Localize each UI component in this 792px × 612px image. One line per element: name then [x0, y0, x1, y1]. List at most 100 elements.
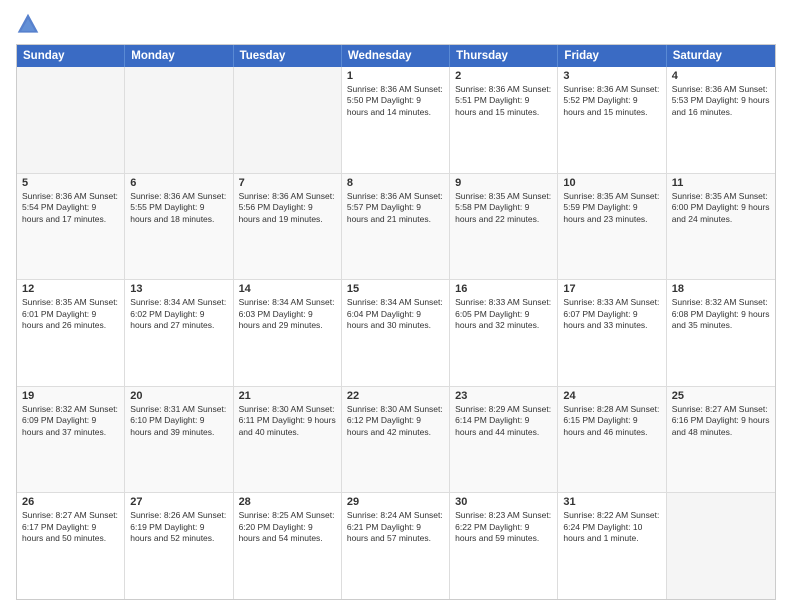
cell-info: Sunrise: 8:34 AM Sunset: 6:03 PM Dayligh…	[239, 297, 336, 331]
header	[16, 12, 776, 36]
calendar-cell: 4Sunrise: 8:36 AM Sunset: 5:53 PM Daylig…	[667, 67, 775, 173]
calendar-cell: 16 Sunrise: 8:33 AM Sunset: 6:05 PM Dayli…	[450, 280, 558, 386]
cell-info: Sunrise: 8:36 AM Sunset: 5:56 PM Dayligh…	[239, 191, 336, 225]
calendar-cell: 10Sunrise: 8:35 AM Sunset: 5:59 PM Dayli…	[558, 174, 666, 280]
calendar-cell	[17, 67, 125, 173]
calendar-cell: 1 Sunrise: 8:36 AM Sunset: 5:50 PM Daylig…	[342, 67, 450, 173]
day-number: 3	[563, 70, 660, 82]
cell-info: Sunrise: 8:35 AM Sunset: 5:59 PM Dayligh…	[563, 191, 660, 225]
day-number: 26	[22, 496, 119, 508]
day-number: 25	[672, 390, 770, 402]
day-number: 7	[239, 177, 336, 189]
calendar-week-row: 1 Sunrise: 8:36 AM Sunset: 5:50 PM Daylig…	[17, 67, 775, 174]
calendar-header-row: SundayMondayTuesdayWednesdayThursdayFrid…	[17, 45, 775, 67]
calendar-cell: 20 Sunrise: 8:31 AM Sunset: 6:10 PM Dayli…	[125, 387, 233, 493]
cell-info: Sunrise: 8:22 AM Sunset: 6:24 PM Dayligh…	[563, 510, 660, 544]
day-number: 5	[22, 177, 119, 189]
calendar-cell: 27 Sunrise: 8:26 AM Sunset: 6:19 PM Dayli…	[125, 493, 233, 599]
calendar-cell	[667, 493, 775, 599]
day-number: 27	[130, 496, 227, 508]
day-number: 6	[130, 177, 227, 189]
day-number: 21	[239, 390, 336, 402]
cell-info: Sunrise: 8:35 AM Sunset: 6:00 PM Dayligh…	[672, 191, 770, 225]
cell-info: Sunrise: 8:36 AM Sunset: 5:50 PM Dayligh…	[347, 84, 444, 118]
calendar-cell: 18 Sunrise: 8:32 AM Sunset: 6:08 PM Dayli…	[667, 280, 775, 386]
day-number: 12	[22, 283, 119, 295]
calendar-cell: 14 Sunrise: 8:34 AM Sunset: 6:03 PM Dayli…	[234, 280, 342, 386]
calendar-header-cell: Saturday	[667, 45, 775, 67]
day-number: 2	[455, 70, 552, 82]
cell-info: Sunrise: 8:36 AM Sunset: 5:52 PM Dayligh…	[563, 84, 660, 118]
cell-info: Sunrise: 8:36 AM Sunset: 5:54 PM Dayligh…	[22, 191, 119, 225]
calendar-week-row: 26 Sunrise: 8:27 AM Sunset: 6:17 PM Dayli…	[17, 493, 775, 599]
calendar-cell: 6 Sunrise: 8:36 AM Sunset: 5:55 PM Daylig…	[125, 174, 233, 280]
cell-info: Sunrise: 8:25 AM Sunset: 6:20 PM Dayligh…	[239, 510, 336, 544]
calendar-cell: 12 Sunrise: 8:35 AM Sunset: 6:01 PM Dayli…	[17, 280, 125, 386]
day-number: 16	[455, 283, 552, 295]
cell-info: Sunrise: 8:30 AM Sunset: 6:11 PM Dayligh…	[239, 404, 336, 438]
day-number: 20	[130, 390, 227, 402]
cell-info: Sunrise: 8:36 AM Sunset: 5:55 PM Dayligh…	[130, 191, 227, 225]
cell-info: Sunrise: 8:30 AM Sunset: 6:12 PM Dayligh…	[347, 404, 444, 438]
day-number: 30	[455, 496, 552, 508]
calendar-header-cell: Wednesday	[342, 45, 450, 67]
cell-info: Sunrise: 8:33 AM Sunset: 6:07 PM Dayligh…	[563, 297, 660, 331]
calendar-week-row: 5 Sunrise: 8:36 AM Sunset: 5:54 PM Daylig…	[17, 174, 775, 281]
cell-info: Sunrise: 8:34 AM Sunset: 6:04 PM Dayligh…	[347, 297, 444, 331]
calendar-cell: 8 Sunrise: 8:36 AM Sunset: 5:57 PM Daylig…	[342, 174, 450, 280]
calendar-cell: 2Sunrise: 8:36 AM Sunset: 5:51 PM Daylig…	[450, 67, 558, 173]
cell-info: Sunrise: 8:23 AM Sunset: 6:22 PM Dayligh…	[455, 510, 552, 544]
day-number: 19	[22, 390, 119, 402]
cell-info: Sunrise: 8:26 AM Sunset: 6:19 PM Dayligh…	[130, 510, 227, 544]
cell-info: Sunrise: 8:31 AM Sunset: 6:10 PM Dayligh…	[130, 404, 227, 438]
calendar-cell: 15 Sunrise: 8:34 AM Sunset: 6:04 PM Dayli…	[342, 280, 450, 386]
cell-info: Sunrise: 8:24 AM Sunset: 6:21 PM Dayligh…	[347, 510, 444, 544]
calendar-cell: 31 Sunrise: 8:22 AM Sunset: 6:24 PM Dayli…	[558, 493, 666, 599]
day-number: 11	[672, 177, 770, 189]
day-number: 22	[347, 390, 444, 402]
day-number: 28	[239, 496, 336, 508]
calendar-cell: 23 Sunrise: 8:29 AM Sunset: 6:14 PM Dayli…	[450, 387, 558, 493]
calendar-cell: 22 Sunrise: 8:30 AM Sunset: 6:12 PM Dayli…	[342, 387, 450, 493]
calendar-cell: 21 Sunrise: 8:30 AM Sunset: 6:11 PM Dayli…	[234, 387, 342, 493]
day-number: 1	[347, 70, 444, 82]
cell-info: Sunrise: 8:36 AM Sunset: 5:57 PM Dayligh…	[347, 191, 444, 225]
cell-info: Sunrise: 8:34 AM Sunset: 6:02 PM Dayligh…	[130, 297, 227, 331]
cell-info: Sunrise: 8:35 AM Sunset: 5:58 PM Dayligh…	[455, 191, 552, 225]
day-number: 15	[347, 283, 444, 295]
calendar-cell: 11 Sunrise: 8:35 AM Sunset: 6:00 PM Dayli…	[667, 174, 775, 280]
cell-info: Sunrise: 8:32 AM Sunset: 6:08 PM Dayligh…	[672, 297, 770, 331]
calendar-body: 1 Sunrise: 8:36 AM Sunset: 5:50 PM Daylig…	[17, 67, 775, 599]
cell-info: Sunrise: 8:32 AM Sunset: 6:09 PM Dayligh…	[22, 404, 119, 438]
calendar-header-cell: Tuesday	[234, 45, 342, 67]
calendar-header-cell: Friday	[558, 45, 666, 67]
calendar-cell: 17Sunrise: 8:33 AM Sunset: 6:07 PM Dayli…	[558, 280, 666, 386]
calendar-header-cell: Sunday	[17, 45, 125, 67]
calendar-cell: 19 Sunrise: 8:32 AM Sunset: 6:09 PM Dayli…	[17, 387, 125, 493]
cell-info: Sunrise: 8:33 AM Sunset: 6:05 PM Dayligh…	[455, 297, 552, 331]
day-number: 31	[563, 496, 660, 508]
calendar-cell: 3 Sunrise: 8:36 AM Sunset: 5:52 PM Daylig…	[558, 67, 666, 173]
calendar-cell: 24Sunrise: 8:28 AM Sunset: 6:15 PM Dayli…	[558, 387, 666, 493]
calendar-cell: 30 Sunrise: 8:23 AM Sunset: 6:22 PM Dayli…	[450, 493, 558, 599]
calendar-cell: 5 Sunrise: 8:36 AM Sunset: 5:54 PM Daylig…	[17, 174, 125, 280]
cell-info: Sunrise: 8:29 AM Sunset: 6:14 PM Dayligh…	[455, 404, 552, 438]
logo	[16, 12, 44, 36]
calendar-cell: 9Sunrise: 8:35 AM Sunset: 5:58 PM Daylig…	[450, 174, 558, 280]
cell-info: Sunrise: 8:35 AM Sunset: 6:01 PM Dayligh…	[22, 297, 119, 331]
cell-info: Sunrise: 8:36 AM Sunset: 5:53 PM Dayligh…	[672, 84, 770, 118]
cell-info: Sunrise: 8:27 AM Sunset: 6:17 PM Dayligh…	[22, 510, 119, 544]
cell-info: Sunrise: 8:27 AM Sunset: 6:16 PM Dayligh…	[672, 404, 770, 438]
calendar-cell: 25 Sunrise: 8:27 AM Sunset: 6:16 PM Dayli…	[667, 387, 775, 493]
calendar-week-row: 19 Sunrise: 8:32 AM Sunset: 6:09 PM Dayli…	[17, 387, 775, 494]
calendar-cell: 28 Sunrise: 8:25 AM Sunset: 6:20 PM Dayli…	[234, 493, 342, 599]
day-number: 29	[347, 496, 444, 508]
calendar: SundayMondayTuesdayWednesdayThursdayFrid…	[16, 44, 776, 600]
day-number: 14	[239, 283, 336, 295]
day-number: 23	[455, 390, 552, 402]
day-number: 18	[672, 283, 770, 295]
day-number: 8	[347, 177, 444, 189]
calendar-cell: 7 Sunrise: 8:36 AM Sunset: 5:56 PM Daylig…	[234, 174, 342, 280]
day-number: 24	[563, 390, 660, 402]
calendar-header-cell: Monday	[125, 45, 233, 67]
